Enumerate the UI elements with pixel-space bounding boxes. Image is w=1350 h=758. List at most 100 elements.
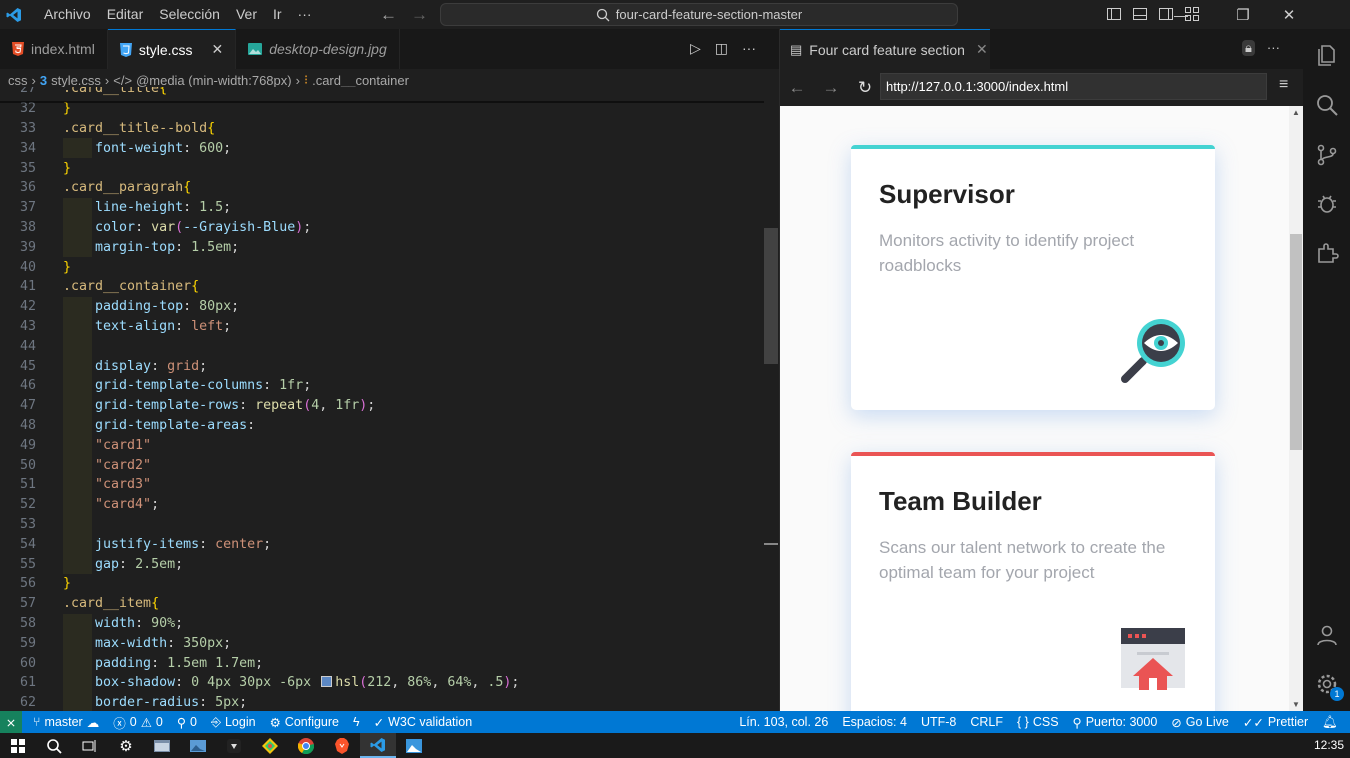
toggle-panel-icon[interactable] (1132, 6, 1148, 22)
cursor-position[interactable]: Lín. 103, col. 26 (732, 715, 835, 729)
git-client-icon[interactable] (252, 733, 288, 758)
vscode-taskbar-icon[interactable] (360, 733, 396, 758)
url-input[interactable]: http://127.0.0.1:3000/index.html (880, 73, 1267, 100)
code-line[interactable]: 42 padding-top: 80px; (0, 296, 779, 317)
encoding-status[interactable]: UTF-8 (914, 715, 963, 729)
breadcrumb-selector[interactable]: .card__container (312, 73, 409, 88)
code-line[interactable]: 47 grid-template-rows: repeat(4, 1fr); (0, 395, 779, 416)
menu-ir[interactable]: Ir (265, 0, 290, 29)
preview-scrollbar[interactable]: ▲ ▼ (1289, 106, 1303, 711)
code-editor[interactable]: 27 .card__title{32} 33 .card__title--bold{3… (0, 87, 779, 711)
photos-app-icon[interactable] (180, 733, 216, 758)
eol-status[interactable]: CRLF (963, 715, 1010, 729)
code-line[interactable]: 27 .card__title{ (0, 87, 779, 99)
menu-ver[interactable]: Ver (228, 0, 265, 29)
lightning-status[interactable]: ϟ (346, 715, 367, 729)
menu-archivo[interactable]: Archivo (36, 0, 99, 29)
w3c-status[interactable]: ✓ W3C validation (367, 715, 480, 730)
task-view-icon[interactable] (72, 733, 108, 758)
login-status[interactable]: ⎆ Login (204, 715, 263, 730)
remote-indicator-icon[interactable]: ⨯ (0, 711, 22, 733)
code-line[interactable]: 54 justify-items: center; (0, 534, 779, 555)
scroll-up-icon[interactable]: ▲ (1292, 108, 1300, 117)
windows-start-icon[interactable] (0, 733, 36, 758)
explorer-icon[interactable] (1315, 43, 1339, 67)
extensions-icon[interactable] (1315, 241, 1339, 265)
code-line[interactable]: 34 font-weight: 600; (0, 138, 779, 159)
source-control-icon[interactable] (1315, 143, 1339, 167)
language-status[interactable]: { } CSS (1010, 715, 1066, 729)
code-line[interactable]: 61 box-shadow: 0 4px 30px -6px hsl(212, … (0, 673, 779, 693)
forward-arrow-icon[interactable]: → (411, 5, 428, 25)
color-swatch-icon[interactable] (321, 676, 333, 688)
breadcrumb-media-query[interactable]: @media (min-width:768px) (136, 73, 292, 88)
run-icon[interactable]: ▷ (690, 40, 701, 57)
menu-icon[interactable]: ≡ (1279, 76, 1288, 94)
code-line[interactable]: 59 max-width: 350px; (0, 633, 779, 654)
taskbar-clock[interactable]: 12:35 (1314, 733, 1344, 758)
configure-status[interactable]: ⚙ Configure (263, 715, 346, 730)
menu-editar[interactable]: Editar (99, 0, 152, 29)
code-line[interactable]: 48 grid-template-areas: (0, 415, 779, 436)
menu-seleccion[interactable]: Selección (151, 0, 228, 29)
command-center-search[interactable]: four-card-feature-section-master (440, 3, 958, 26)
search-icon[interactable] (1315, 93, 1339, 117)
app-generic-icon[interactable] (216, 733, 252, 758)
chrome-icon[interactable] (288, 733, 324, 758)
preview-scrollbar-thumb[interactable] (1290, 234, 1302, 450)
code-line[interactable]: 43 text-align: left; (0, 316, 779, 337)
forward-arrow-icon[interactable]: → (814, 78, 848, 98)
breadcrumb-file[interactable]: style.css (51, 73, 101, 88)
lock-icon[interactable]: 🔒︎ (1242, 40, 1255, 56)
run-debug-icon[interactable] (1315, 191, 1339, 215)
taskbar-search-icon[interactable] (36, 733, 72, 758)
code-line[interactable]: 33 .card__title--bold{ (0, 119, 779, 139)
code-line[interactable]: 60 padding: 1.5em 1.7em; (0, 653, 779, 673)
close-window-icon[interactable]: ✕ (1266, 0, 1312, 29)
split-editor-icon[interactable]: ◫ (715, 40, 728, 57)
code-line[interactable]: 36 .card__paragrah{ (0, 178, 779, 198)
code-line[interactable]: 51 "card3" (0, 475, 779, 495)
restore-window-icon[interactable]: ❐ (1220, 0, 1266, 29)
reload-icon[interactable]: ↻ (848, 78, 882, 98)
code-line[interactable]: 37 line-height: 1.5; (0, 197, 779, 218)
brave-browser-icon[interactable] (324, 733, 360, 758)
notifications-bell-icon[interactable]: 🔔︎ (1315, 715, 1350, 730)
indentation-status[interactable]: Espacios: 4 (835, 715, 914, 729)
tab-index-html[interactable]: index.html (0, 29, 108, 69)
code-line[interactable]: 39 margin-top: 1.5em; (0, 237, 779, 258)
code-line[interactable]: 52 "card4"; (0, 494, 779, 515)
menu-more[interactable]: ··· (290, 0, 320, 29)
ports-status[interactable]: ⚲ 0 (170, 715, 204, 730)
code-line[interactable]: 38 color: var(--Grayish-Blue); (0, 217, 779, 238)
tab-preview[interactable]: ▤ Four card feature section ✕ (780, 29, 990, 69)
back-arrow-icon[interactable]: ← (380, 5, 397, 25)
toggle-secondary-sidebar-icon[interactable] (1158, 6, 1174, 22)
code-line[interactable]: 55 gap: 2.5em; (0, 554, 779, 574)
code-line[interactable]: 35} (0, 158, 779, 178)
code-line[interactable]: 45 display: grid; (0, 356, 779, 376)
tab-style-css[interactable]: style.css ✕ (107, 29, 237, 69)
port-status[interactable]: ⚲ Puerto: 3000 (1066, 715, 1165, 730)
code-line[interactable]: 41 .card__container{ (0, 277, 779, 297)
tab-desktop-design-jpg[interactable]: desktop-design.jpg (236, 29, 400, 69)
more-actions-icon[interactable]: ··· (742, 40, 756, 57)
code-line[interactable]: 62 border-radius: 5px; (0, 692, 779, 711)
image-viewer-icon[interactable] (396, 733, 432, 758)
code-line[interactable]: 46 grid-template-columns: 1fr; (0, 376, 779, 396)
code-line[interactable]: 53 (0, 514, 779, 535)
golive-status[interactable]: ⊘ Go Live (1164, 715, 1236, 730)
code-line[interactable]: 44 (0, 336, 779, 357)
minimize-window-icon[interactable]: — (1174, 7, 1192, 23)
code-line[interactable]: 49 "card1" (0, 435, 779, 456)
problems-status[interactable]: ⓧ 0 ⚠ 0 (106, 713, 170, 732)
more-actions-icon[interactable]: ··· (1267, 40, 1280, 56)
app-window-icon[interactable] (144, 733, 180, 758)
toggle-sidebar-icon[interactable] (1106, 6, 1122, 22)
code-line[interactable]: 50 "card2" (0, 455, 779, 475)
prettier-status[interactable]: ✓✓ Prettier (1236, 715, 1315, 730)
code-line[interactable]: 58 width: 90%; (0, 613, 779, 634)
scroll-down-icon[interactable]: ▼ (1292, 700, 1300, 709)
settings-app-icon[interactable]: ⚙ (108, 733, 144, 758)
code-line[interactable]: 56} (0, 574, 779, 594)
